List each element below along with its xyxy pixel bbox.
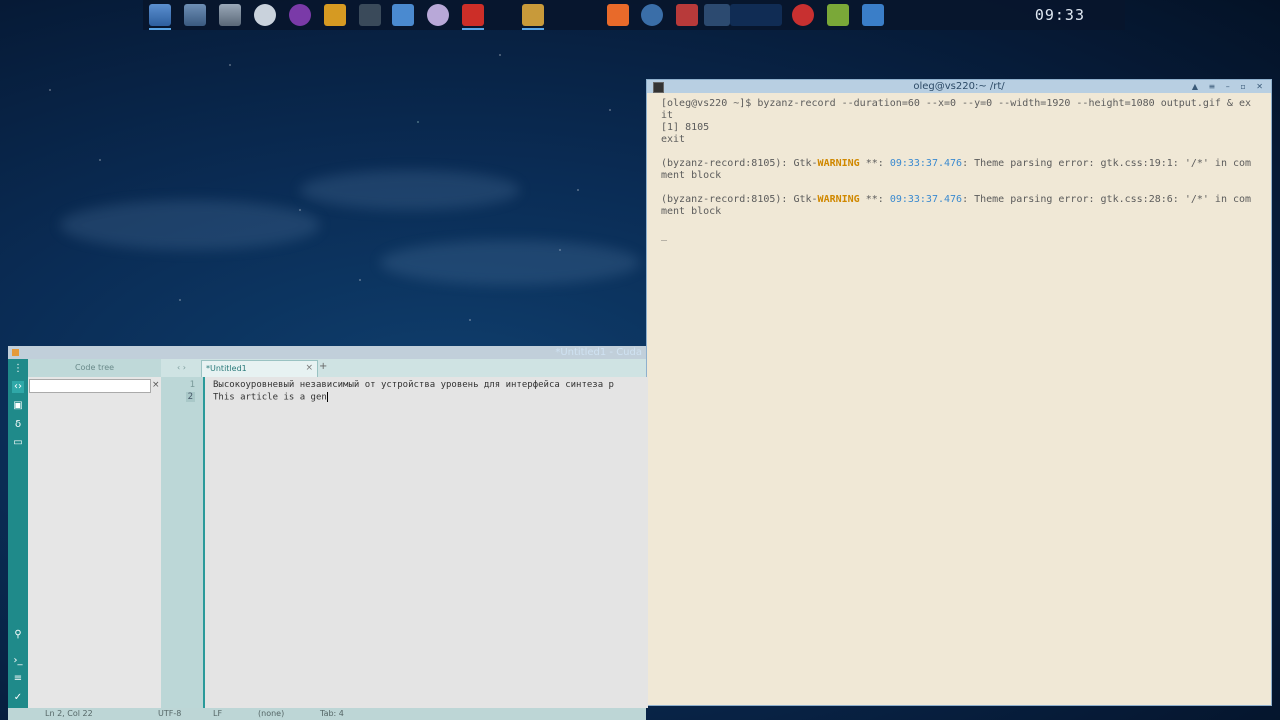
status-tab-size[interactable]: Tab: 4 [320,709,344,718]
code-tree-header: Code tree [28,359,161,377]
text-caret [326,392,328,402]
tab-label: *Untitled1 [206,364,247,373]
add-tab-button[interactable]: + [319,361,327,372]
output-icon[interactable]: ≡ [12,673,24,685]
status-position[interactable]: Ln 2, Col 22 [45,709,93,718]
wallpaper-icon[interactable] [704,4,730,26]
cudatext-window[interactable]: *Untitled1 - Cuda ⋮ ‹› ▣ δ ▭ ⚲ ›_ ≡ ✓ Co… [8,346,648,720]
status-lexer[interactable]: (none) [258,709,284,718]
editor-line: Высокоуровневый независимый от устройств… [213,380,614,390]
clear-filter-icon[interactable]: × [152,379,160,391]
wallpaper-icon-2[interactable] [730,4,782,26]
tabs-icon[interactable]: ▭ [12,437,24,449]
terminal-titlebar[interactable]: oleg@vs220:~ /rt/ ▲ ≡ – ▫ ✕ [647,80,1271,93]
warning-label: WARNING [817,158,860,169]
terminal-warning-line: (byzanz-record:8105): Gtk-WARNING **: 09… [661,194,1252,217]
terminal-warning-line: (byzanz-record:8105): Gtk-WARNING **: 09… [661,158,1252,181]
window-switcher-icon[interactable] [862,4,884,26]
code-tree-panel: Code tree × [28,359,180,709]
code-tree-filter-input[interactable] [29,379,151,393]
search-icon[interactable]: ⚲ [12,629,24,641]
browser-icon[interactable] [254,4,276,26]
terminal-cursor: _ [661,230,668,241]
equalizer-icon[interactable] [324,4,346,26]
terminal-line: [1] 8105 [661,122,710,133]
terminal-line: [oleg@vs220 ~]$ byzanz-record --duration… [661,98,1252,121]
code-tree-icon[interactable]: ‹› [12,381,24,393]
top-dock: 09:33 [143,0,1125,30]
close-icon[interactable]: × [305,363,313,373]
opera-icon[interactable] [462,4,484,30]
editor-statusbar: Ln 2, Col 22 UTF-8 LF (none) Tab: 4 [8,708,646,720]
paint-icon[interactable] [427,4,449,26]
editor-text-area[interactable]: Высокоуровневый независимый от устройств… [203,377,648,708]
snippets-icon[interactable]: δ [12,419,24,431]
editor-titlebar[interactable]: *Untitled1 - Cuda [8,346,646,359]
clock: 09:33 [1034,6,1085,24]
tab-nav-arrows[interactable]: ‹ › [177,363,186,372]
line-number: 1 [189,380,195,390]
terminal-line: exit [661,134,686,145]
media-player-icon[interactable] [289,4,311,26]
timestamp: 09:33:37.476 [889,194,963,205]
audio-mixer-icon[interactable] [827,4,849,26]
archive-icon[interactable] [522,4,544,30]
screenshot-icon[interactable] [149,4,171,30]
power-icon[interactable] [792,4,814,26]
terminal-title: oleg@vs220:~ /rt/ [913,81,1005,92]
timestamp: 09:33:37.476 [889,158,963,169]
desktop-cloud [60,200,320,250]
terminal-icon[interactable] [359,4,381,26]
validate-icon[interactable]: ✓ [12,692,24,704]
menu-icon[interactable]: ⋮ [12,363,24,375]
desktop-cloud [380,240,640,285]
terminal-window[interactable]: oleg@vs220:~ /rt/ ▲ ≡ – ▫ ✕ [oleg@vs220 … [646,79,1272,706]
terminal-icon [653,82,664,93]
warning-label: WARNING [817,194,860,205]
editor-title: *Untitled1 - Cuda [555,347,642,358]
system-settings-icon[interactable] [219,4,241,26]
project-icon[interactable]: ▣ [12,400,24,412]
file-manager-icon[interactable] [392,4,414,26]
desktop-cloud [300,170,520,210]
tab-untitled1[interactable]: *Untitled1 × [201,360,318,378]
terminal-output[interactable]: [oleg@vs220 ~]$ byzanz-record --duration… [647,93,1271,247]
editor-tabbar: ‹ › *Untitled1 × + [161,359,646,378]
editor-line: This article is a gen [213,392,328,403]
editor-sidebar: ⋮ ‹› ▣ δ ▭ ⚲ ›_ ≡ ✓ [8,359,28,708]
status-line-ending[interactable]: LF [213,709,222,718]
status-encoding[interactable]: UTF-8 [158,709,181,718]
image-viewer-icon[interactable] [676,4,698,26]
window-controls[interactable]: ▲ ≡ – ▫ ✕ [1192,80,1267,93]
calculator-icon[interactable] [184,4,206,26]
line-number-gutter: 1 2 [161,377,203,708]
back-icon[interactable] [641,4,663,26]
console-icon[interactable]: ›_ [12,655,24,667]
printer-icon[interactable] [607,4,629,26]
cudatext-icon [12,349,19,356]
line-number-current: 2 [185,392,195,402]
